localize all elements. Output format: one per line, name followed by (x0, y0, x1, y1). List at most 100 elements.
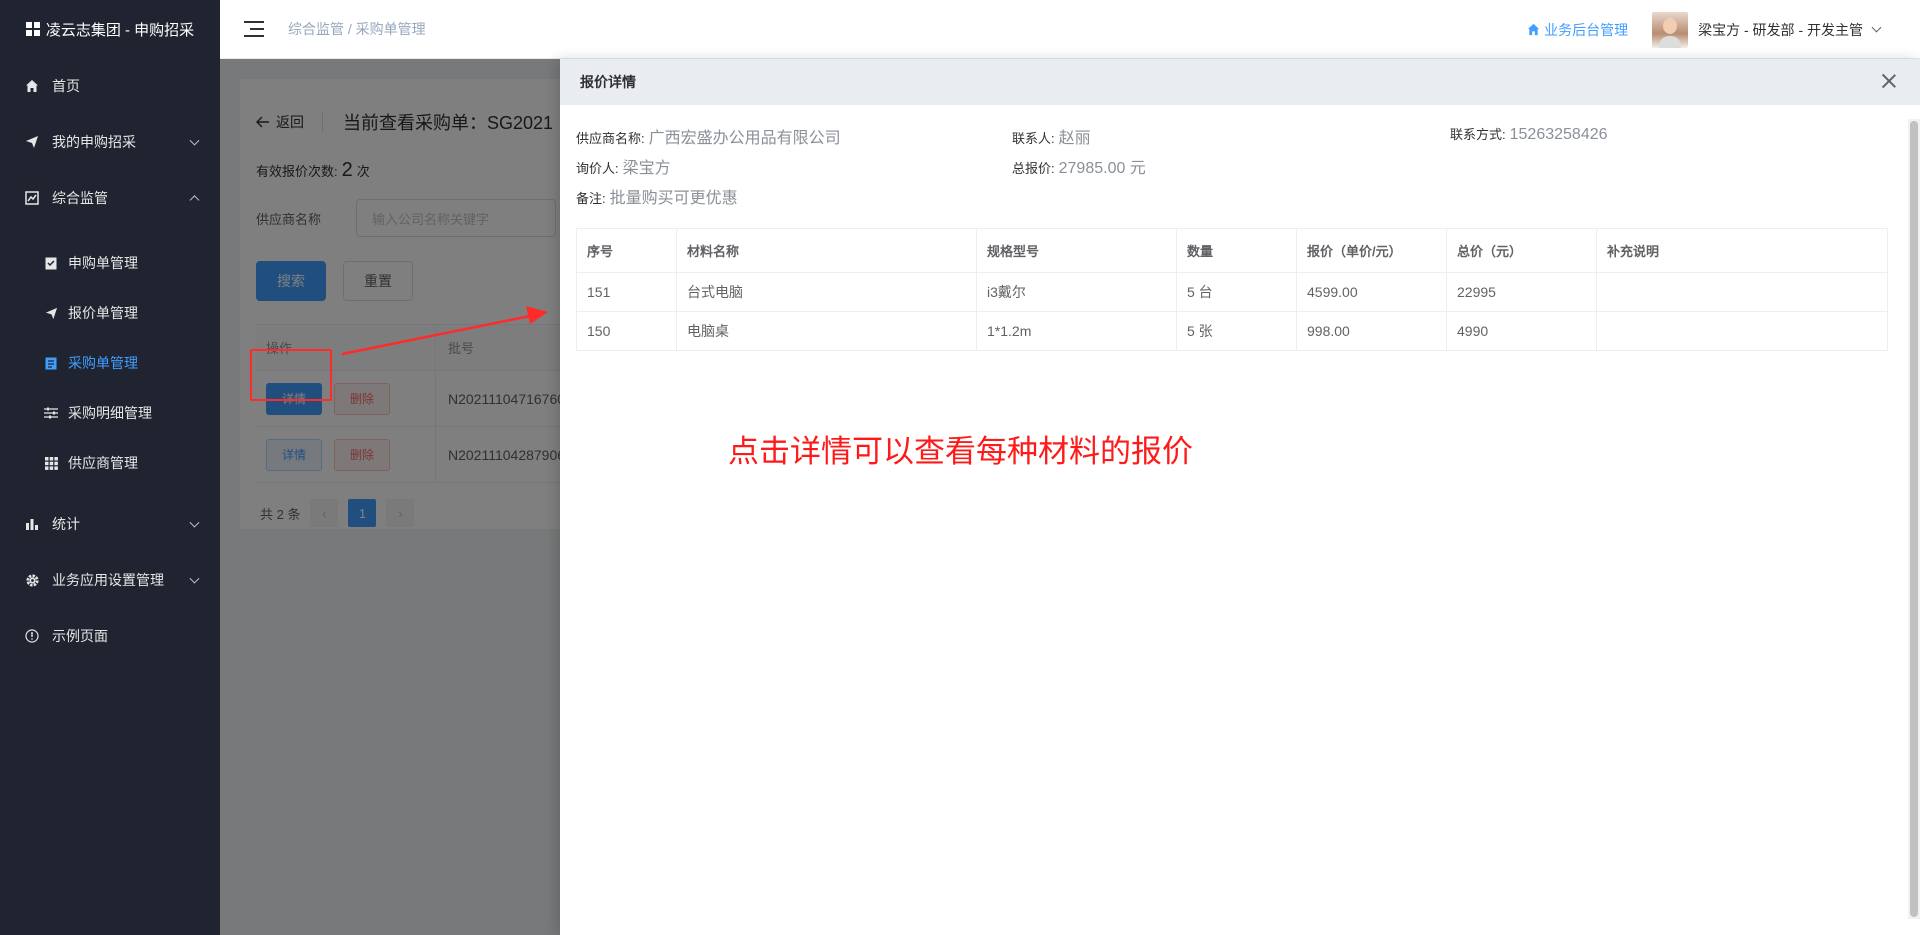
material-quote-table: 序号 材料名称 规格型号 数量 报价（单价/元） 总价（元） 补充说明 151 … (576, 228, 1888, 351)
table-cell: 台式电脑 (676, 272, 977, 312)
sidebar-item-label: 采购单管理 (68, 355, 138, 371)
send-icon (44, 306, 58, 320)
table-cell: 1*1.2m (976, 311, 1177, 351)
table-cell: 5 张 (1176, 311, 1297, 351)
menu-item-my-procurement[interactable]: 我的申购招采 (0, 114, 220, 170)
clipboard-icon (44, 356, 58, 370)
supplier-info: 供应商名称: 广西宏盛办公用品有限公司 (576, 124, 841, 148)
menu-toggle-icon[interactable] (244, 21, 264, 37)
business-admin-label: 业务后台管理 (1544, 21, 1629, 38)
app-title: 凌云志集团 - 申购招采 (45, 21, 195, 39)
drawer-title: 报价详情 (580, 74, 636, 90)
chevron-down-icon (1871, 22, 1882, 33)
close-icon[interactable] (1880, 72, 1898, 90)
column-header: 补充说明 (1596, 228, 1888, 273)
menu-item-home[interactable]: 首页 (0, 58, 220, 114)
drawer-header: 报价详情 (560, 59, 1920, 105)
sidebar-item-supplier[interactable]: 供应商管理 (0, 438, 220, 488)
user-menu[interactable]: 梁宝方 - 研发部 - 开发主管 (1652, 11, 1882, 48)
table-cell (1596, 311, 1888, 351)
table-cell: 998.00 (1296, 311, 1447, 351)
remark-info: 备注: 批量购买可更优惠 (576, 184, 738, 208)
sidebar-item-quotation[interactable]: 报价单管理 (0, 288, 220, 338)
avatar (1652, 11, 1689, 48)
contact-info: 联系人: 赵丽 (1012, 124, 1091, 148)
supervision-submenu: 申购单管理 报价单管理 采购单管理 采购明细管理 供应商管理 (0, 226, 220, 496)
menu-item-example[interactable]: 示例页面 (0, 608, 220, 664)
total-label: 总报价: (1012, 161, 1055, 176)
inquirer-label: 询价人: (576, 161, 619, 176)
business-admin-link[interactable]: 业务后台管理 (1527, 20, 1628, 40)
table-row: 151 台式电脑 i3戴尔 5 台 4599.00 22995 (576, 272, 1888, 312)
menu-item-label: 综合监管 (52, 190, 108, 206)
highlight-annotation-box (250, 349, 332, 401)
column-header: 材料名称 (676, 228, 977, 273)
menu-item-label: 统计 (52, 516, 80, 532)
table-cell (1596, 272, 1888, 312)
logo-grid-icon (25, 22, 40, 36)
total-info: 总报价: 27985.00 元 (1012, 154, 1146, 178)
remark-value: 批量购买可更优惠 (609, 190, 738, 207)
menu-item-app-settings[interactable]: 业务应用设置管理 (0, 552, 220, 608)
column-header: 报价（单价/元） (1296, 228, 1447, 273)
table-row: 150 电脑桌 1*1.2m 5 张 998.00 4990 (576, 311, 1888, 351)
phone-value: 15263258426 (1509, 126, 1608, 143)
chevron-down-icon (189, 573, 200, 584)
sidebar-item-purchase-detail[interactable]: 采购明细管理 (0, 388, 220, 438)
column-header: 规格型号 (976, 228, 1177, 273)
sidebar-item-label: 申购单管理 (68, 255, 138, 271)
sidebar-item-purchase-request[interactable]: 申购单管理 (0, 238, 220, 288)
drawer-scrollbar[interactable] (1908, 119, 1920, 919)
contact-value: 赵丽 (1058, 130, 1091, 147)
remark-label: 备注: (576, 191, 606, 206)
contact-label: 联系人: (1012, 131, 1055, 146)
table-cell: i3戴尔 (976, 272, 1177, 312)
table-cell: 电脑桌 (676, 311, 977, 351)
annotation-text: 点击详情可以查看每种材料的报价 (728, 434, 1193, 469)
home-icon (24, 78, 40, 94)
sidebar: 凌云志集团 - 申购招采 首页 我的申购招采 综合监管 申购单管理 报价单管理 … (0, 0, 220, 935)
user-name: 梁宝方 - 研发部 - 开发主管 (1698, 21, 1863, 38)
column-header: 序号 (576, 228, 677, 273)
table-cell: 4990 (1446, 311, 1597, 351)
grid-icon (44, 456, 58, 470)
chevron-up-icon (189, 195, 200, 206)
clipboard-icon (44, 256, 58, 270)
supplier-value: 广西宏盛办公用品有限公司 (648, 130, 841, 147)
home-icon (1528, 23, 1540, 36)
sidebar-item-label: 供应商管理 (68, 455, 138, 471)
top-header: 综合监管 / 采购单管理 业务后台管理 梁宝方 - 研发部 - 开发主管 (220, 0, 1920, 59)
table-cell: 5 台 (1176, 272, 1297, 312)
menu-item-label: 首页 (52, 78, 80, 94)
menu-item-statistics[interactable]: 统计 (0, 496, 220, 552)
phone-label: 联系方式: (1450, 127, 1506, 142)
column-header: 总价（元） (1446, 228, 1597, 273)
inquirer-value: 梁宝方 (622, 160, 671, 177)
menu-item-label: 示例页面 (52, 628, 108, 644)
info-icon (24, 628, 40, 644)
bar-chart-icon (24, 516, 40, 532)
supplier-label: 供应商名称: (576, 131, 645, 146)
sidebar-item-label: 报价单管理 (68, 305, 138, 321)
sidebar-item-purchase-order[interactable]: 采购单管理 (0, 338, 220, 388)
app-logo[interactable]: 凌云志集团 - 申购招采 (0, 0, 220, 58)
menu-item-label: 业务应用设置管理 (52, 572, 164, 588)
quote-detail-drawer: 报价详情 供应商名称: 广西宏盛办公用品有限公司 联系人: 赵丽 联系方式: 1526… (560, 59, 1920, 935)
send-icon (24, 134, 40, 150)
chevron-down-icon (189, 135, 200, 146)
inquirer-info: 询价人: 梁宝方 (576, 154, 671, 178)
chevron-down-icon (189, 517, 200, 528)
column-header: 数量 (1176, 228, 1297, 273)
table-cell: 151 (576, 272, 677, 312)
table-cell: 4599.00 (1296, 272, 1447, 312)
sliders-icon (44, 406, 58, 420)
phone-info: 联系方式: 15263258426 (1450, 124, 1608, 144)
breadcrumb: 综合监管 / 采购单管理 (288, 21, 426, 37)
gear-icon (24, 572, 40, 588)
menu-item-supervision[interactable]: 综合监管 (0, 170, 220, 226)
total-value: 27985.00 元 (1058, 160, 1146, 177)
chart-icon (24, 190, 40, 206)
sidebar-item-label: 采购明细管理 (68, 405, 152, 421)
table-cell: 22995 (1446, 272, 1597, 312)
table-header-row: 序号 材料名称 规格型号 数量 报价（单价/元） 总价（元） 补充说明 (576, 228, 1888, 273)
